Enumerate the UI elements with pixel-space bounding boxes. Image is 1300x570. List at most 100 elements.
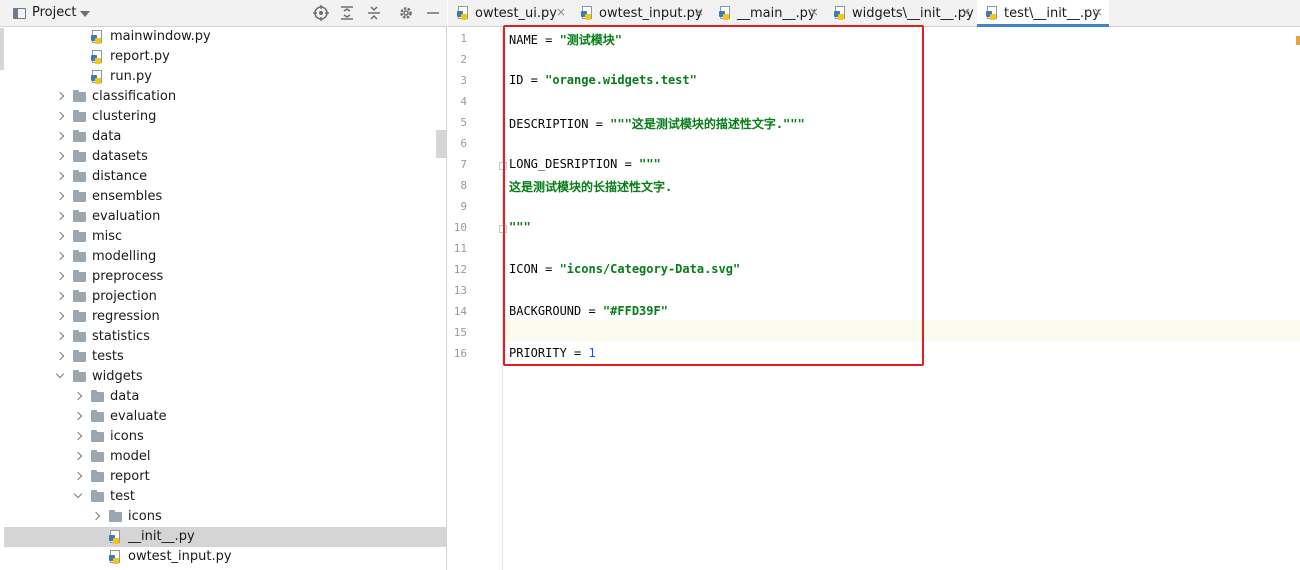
editor-tab[interactable]: test\__init__.py ×	[977, 0, 1109, 27]
chevron-right-icon[interactable]	[55, 211, 65, 221]
tree-folder-row[interactable]: data	[4, 127, 446, 147]
chevron-right-icon[interactable]	[55, 251, 65, 261]
chevron-right-icon[interactable]	[55, 311, 65, 321]
hide-panel-icon[interactable]	[424, 4, 442, 22]
tree-file-row[interactable]: report.py	[4, 47, 446, 67]
folder-icon	[91, 430, 104, 442]
chevron-right-icon[interactable]	[55, 111, 65, 121]
tree-folder-row[interactable]: report	[4, 467, 446, 487]
tree-folder-row[interactable]: test	[4, 487, 446, 507]
tree-folder-row[interactable]: evaluation	[4, 207, 446, 227]
tree-item-label: misc	[92, 229, 123, 244]
tree-item-label: modelling	[92, 249, 157, 264]
tree-item-label: report.py	[110, 49, 170, 64]
folder-icon	[73, 110, 86, 122]
project-panel-header: Project	[0, 0, 447, 27]
tree-item-label: widgets	[92, 369, 143, 384]
gear-icon[interactable]	[397, 4, 415, 22]
tab-label: widgets\__init__.py	[852, 6, 974, 21]
chevron-right-icon[interactable]	[55, 171, 65, 181]
close-icon[interactable]: ×	[694, 5, 704, 19]
tree-folder-row[interactable]: distance	[4, 167, 446, 187]
folder-icon	[73, 330, 86, 342]
python-file-icon	[834, 6, 846, 20]
tree-folder-row[interactable]: icons	[4, 507, 446, 527]
chevron-right-icon[interactable]	[73, 471, 83, 481]
folder-icon	[73, 310, 86, 322]
editor-tab[interactable]: owtest_ui.py ×	[448, 0, 572, 27]
tree-scrollbar-thumb[interactable]	[436, 130, 446, 158]
chevron-right-icon[interactable]	[55, 191, 65, 201]
tree-folder-row[interactable]: tests	[4, 347, 446, 367]
folder-icon	[73, 290, 86, 302]
chevron-right-icon[interactable]	[55, 91, 65, 101]
chevron-down-icon[interactable]	[80, 11, 90, 17]
tree-folder-row[interactable]: modelling	[4, 247, 446, 267]
close-icon[interactable]: ×	[809, 5, 819, 19]
tree-item-label: classification	[92, 89, 177, 104]
tree-folder-row[interactable]: regression	[4, 307, 446, 327]
annotation-red-box	[503, 25, 924, 366]
tree-folder-row[interactable]: projection	[4, 287, 446, 307]
close-icon[interactable]: ×	[961, 5, 971, 19]
chevron-right-icon[interactable]	[55, 271, 65, 281]
folder-icon	[91, 390, 104, 402]
locate-file-icon[interactable]	[312, 4, 330, 22]
chevron-right-icon[interactable]	[73, 431, 83, 441]
chevron-right-icon[interactable]	[55, 331, 65, 341]
tree-file-row[interactable]: mainwindow.py	[4, 27, 446, 47]
chevron-down-icon[interactable]	[73, 489, 83, 499]
chevron-right-icon[interactable]	[73, 451, 83, 461]
chevron-right-icon[interactable]	[73, 411, 83, 421]
tree-item-label: preprocess	[92, 269, 164, 284]
chevron-right-icon[interactable]	[55, 151, 65, 161]
line-number: 2	[460, 53, 467, 66]
tree-file-row[interactable]: __init__.py	[4, 527, 446, 547]
folder-icon	[73, 190, 86, 202]
tree-folder-row[interactable]: widgets	[4, 367, 446, 387]
tree-item-label: data	[92, 129, 122, 144]
expand-all-icon[interactable]	[338, 4, 356, 22]
tree-file-row[interactable]: run.py	[4, 67, 446, 87]
tree-item-label: data	[110, 389, 140, 404]
tab-label: test\__init__.py	[1004, 6, 1100, 21]
chevron-right-icon[interactable]	[55, 131, 65, 141]
python-file-icon	[91, 70, 103, 84]
tree-item-label: evaluation	[92, 209, 161, 224]
chevron-right-icon[interactable]	[55, 291, 65, 301]
project-panel-title[interactable]: Project	[32, 5, 76, 20]
folder-icon	[73, 170, 86, 182]
inspection-marker[interactable]	[1296, 36, 1300, 45]
chevron-down-icon[interactable]	[55, 369, 65, 379]
tree-folder-row[interactable]: data	[4, 387, 446, 407]
close-icon[interactable]: ×	[556, 5, 566, 19]
chevron-right-icon[interactable]	[55, 351, 65, 361]
line-number: 4	[460, 95, 467, 108]
tree-folder-row[interactable]: icons	[4, 427, 446, 447]
tree-folder-row[interactable]: datasets	[4, 147, 446, 167]
tree-item-label: icons	[128, 509, 162, 524]
tree-folder-row[interactable]: evaluate	[4, 407, 446, 427]
folder-icon	[73, 350, 86, 362]
tree-folder-row[interactable]: statistics	[4, 327, 446, 347]
line-number: 11	[453, 242, 467, 255]
line-number-gutter: 1 2 3 4 5 6 7 8 9 10 11 12 13 14 15 16	[448, 28, 507, 570]
tree-folder-row[interactable]: clustering	[4, 107, 446, 127]
collapse-all-icon[interactable]	[365, 4, 383, 22]
project-panel: Project mainwindow.py report.py run.py clas…	[0, 0, 447, 570]
editor-tab[interactable]: widgets\__init__.py ×	[825, 0, 977, 27]
tree-item-label: datasets	[92, 149, 148, 164]
tree-file-row[interactable]: owtest_input.py	[4, 547, 446, 567]
tree-folder-row[interactable]: preprocess	[4, 267, 446, 287]
tree-folder-row[interactable]: model	[4, 447, 446, 467]
editor-tab[interactable]: __main__.py ×	[710, 0, 825, 27]
chevron-right-icon[interactable]	[55, 231, 65, 241]
chevron-right-icon[interactable]	[91, 511, 101, 521]
chevron-right-icon[interactable]	[73, 391, 83, 401]
tree-folder-row[interactable]: classification	[4, 87, 446, 107]
tree-item-label: mainwindow.py	[110, 29, 211, 44]
editor-tab[interactable]: owtest_input.py ×	[572, 0, 710, 27]
tree-folder-row[interactable]: ensembles	[4, 187, 446, 207]
tree-folder-row[interactable]: misc	[4, 227, 446, 247]
close-icon[interactable]: ×	[1093, 5, 1103, 19]
